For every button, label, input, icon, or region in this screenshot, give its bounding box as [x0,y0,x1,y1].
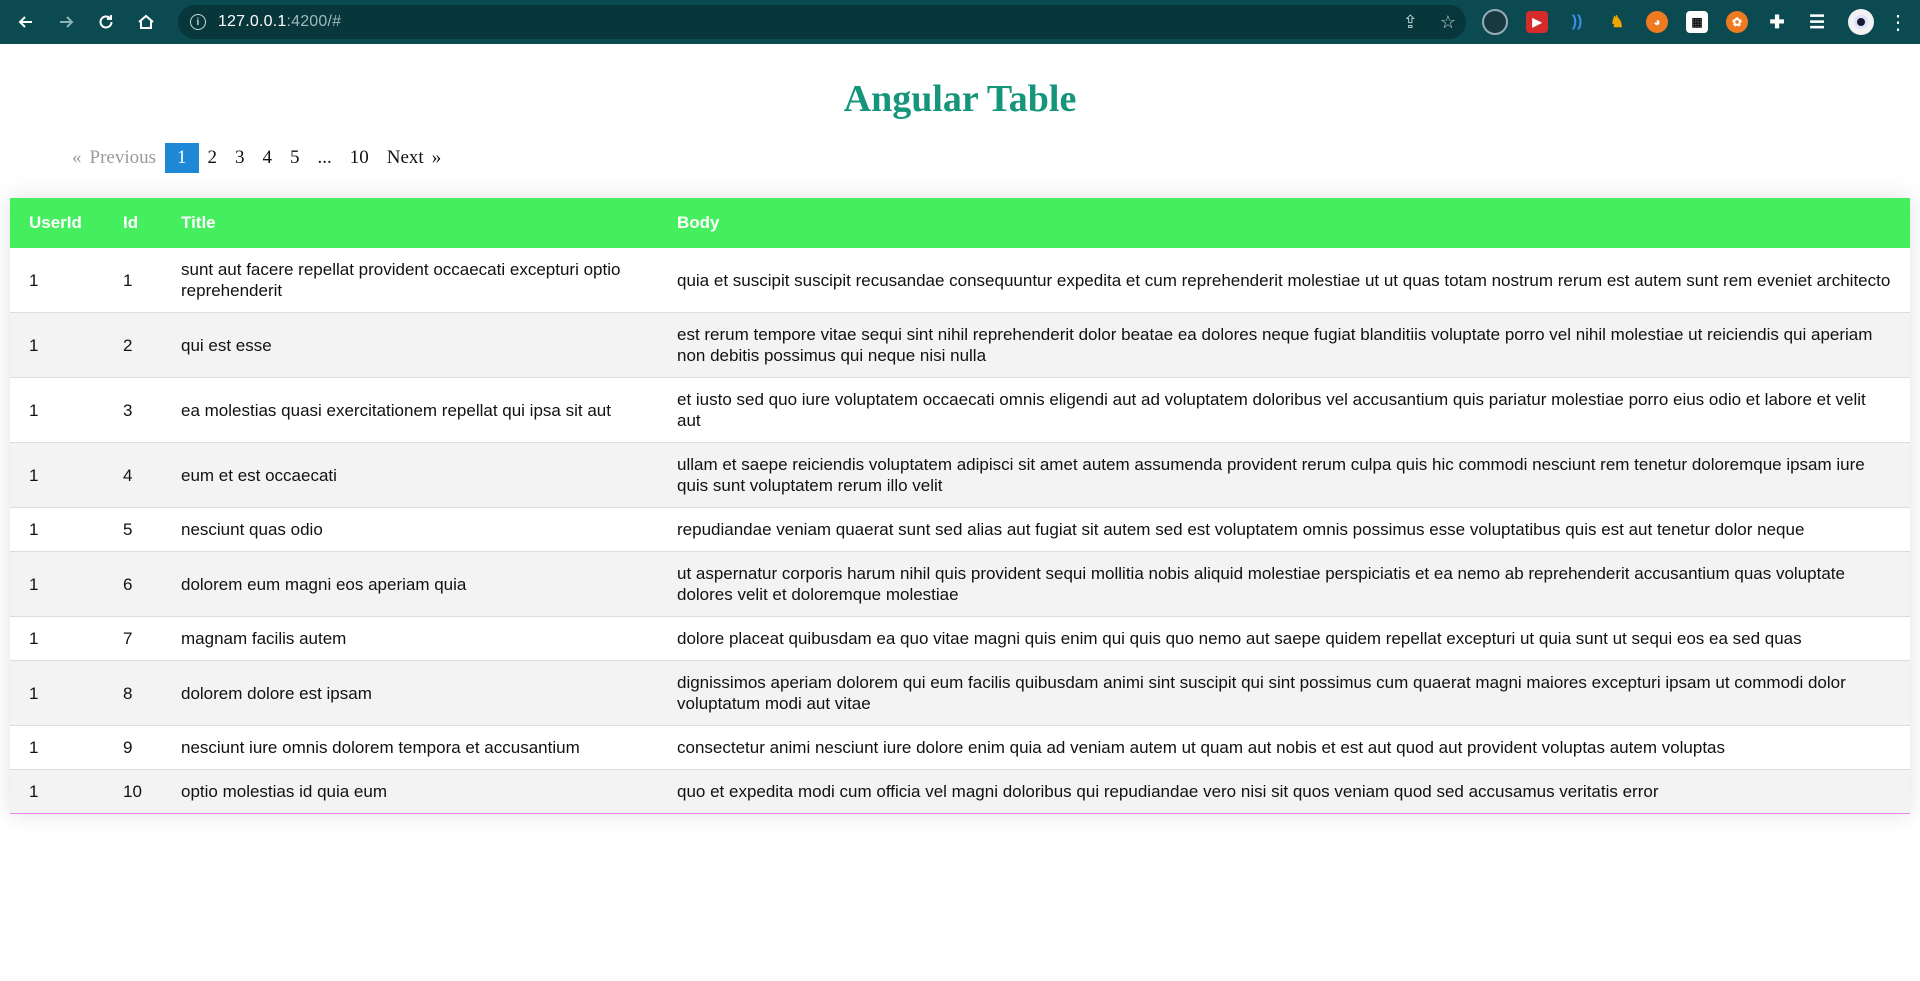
cell-title: dolorem dolore est ipsam [162,660,658,726]
cell-title: ea molestias quasi exercitationem repell… [162,377,658,443]
cell-body: quia et suscipit suscipit recusandae con… [658,248,1910,313]
pagination-page-3[interactable]: 3 [226,143,254,173]
cell-body: ullam et saepe reiciendis voluptatem adi… [658,442,1910,508]
address-bar[interactable]: i 127.0.0.1:4200/# ⇪ ☆ [177,5,1467,39]
data-table: UserId Id Title Body 1 1 sunt aut facere… [10,198,1910,814]
cell-title: optio molestias id quia eum [162,769,658,814]
cell-title: nesciunt quas odio [162,507,658,552]
table-row: 1 7 magnam facilis autem dolore placeat … [10,616,1910,661]
table-header-row: UserId Id Title Body [10,198,1910,248]
cell-body: repudiandae veniam quaerat sunt sed alia… [658,507,1910,552]
site-info-icon[interactable]: i [189,14,206,30]
cell-body: consectetur animi nesciunt iure dolore e… [658,725,1910,770]
column-header-body[interactable]: Body [658,198,1910,248]
cell-title: eum et est occaecati [162,442,658,508]
extension-qr-icon[interactable]: ▦ [1686,11,1709,33]
cell-id: 10 [104,769,162,814]
extension-video-icon[interactable]: ▶ [1526,11,1549,33]
table-row: 1 9 nesciunt iure omnis dolorem tempora … [10,725,1910,770]
reload-icon[interactable] [92,8,120,36]
page-title: Angular Table [843,78,1077,120]
table-row: 1 10 optio molestias id quia eum quo et … [10,769,1910,814]
back-arrow-icon[interactable] [12,8,40,36]
cell-userid: 1 [10,507,104,552]
cell-id: 4 [104,442,162,508]
pagination-page-10[interactable]: 10 [341,143,378,173]
cell-id: 7 [104,616,162,661]
pagination-page-1[interactable]: 1 [165,143,199,173]
cell-userid: 1 [10,660,104,726]
pagination: «Previous 1 2 3 4 5 ... 10 Next» [62,142,1920,174]
menu-kebab-icon[interactable]: ⋮ [1888,10,1908,35]
pagination-page-2[interactable]: 2 [199,143,227,173]
reading-list-icon[interactable]: ☰ [1806,11,1828,33]
table-row: 1 3 ea molestias quasi exercitationem re… [10,377,1910,443]
column-header-userid[interactable]: UserId [10,198,104,248]
cell-id: 2 [104,312,162,378]
cell-id: 9 [104,725,162,770]
cell-id: 6 [104,551,162,617]
cell-userid: 1 [10,769,104,814]
cell-id: 3 [104,377,162,443]
column-header-id[interactable]: Id [104,198,162,248]
extension-edge-icon[interactable] [1482,9,1509,35]
cell-body: dolore placeat quibusdam ea quo vitae ma… [658,616,1910,661]
next-arrow-icon: » [431,147,442,168]
cell-userid: 1 [10,377,104,443]
cell-body: est rerum tempore vitae sequi sint nihil… [658,312,1910,378]
column-header-title[interactable]: Title [162,198,658,248]
cell-title: dolorem eum magni eos aperiam quia [162,551,658,617]
cell-body: dignissimos aperiam dolorem qui eum faci… [658,660,1910,726]
table-row: 1 6 dolorem eum magni eos aperiam quia u… [10,551,1910,617]
extension-duck-icon[interactable]: ◕ [1646,11,1669,33]
cell-body: et iusto sed quo iure voluptatem occaeca… [658,377,1910,443]
cell-userid: 1 [10,616,104,661]
extension-person-icon[interactable]: ♞ [1606,11,1628,33]
cell-userid: 1 [10,725,104,770]
table-row: 1 1 sunt aut facere repellat provident o… [10,248,1910,313]
browser-toolbar: i 127.0.0.1:4200/# ⇪ ☆ ▶ )) ♞ ◕ ▦ ✿ ✚ ☰ … [0,0,1920,44]
home-icon[interactable] [132,8,160,36]
cell-userid: 1 [10,551,104,617]
pagination-previous[interactable]: «Previous [62,143,165,173]
cell-body: quo et expedita modi cum officia vel mag… [658,769,1910,814]
table-row: 1 4 eum et est occaecati ullam et saepe … [10,442,1910,508]
share-icon[interactable]: ⇪ [1403,12,1418,33]
forward-arrow-icon[interactable] [52,8,80,36]
cell-title: nesciunt iure omnis dolorem tempora et a… [162,725,658,770]
table-row: 1 5 nesciunt quas odio repudiandae venia… [10,507,1910,552]
bookmark-star-icon[interactable]: ☆ [1440,12,1456,33]
cell-title: sunt aut facere repellat provident occae… [162,248,658,313]
table-row: 1 8 dolorem dolore est ipsam dignissimos… [10,660,1910,726]
cell-id: 1 [104,248,162,313]
extensions-puzzle-icon[interactable]: ✚ [1766,11,1788,33]
cell-title: qui est esse [162,312,658,378]
cell-userid: 1 [10,312,104,378]
pagination-page-4[interactable]: 4 [254,143,282,173]
cell-body: ut aspernatur corporis harum nihil quis … [658,551,1910,617]
pagination-next[interactable]: Next» [378,143,450,173]
url-text[interactable]: 127.0.0.1:4200/# [218,13,341,31]
cell-title: magnam facilis autem [162,616,658,661]
cell-userid: 1 [10,248,104,313]
table-row: 1 2 qui est esse est rerum tempore vitae… [10,312,1910,378]
previous-arrow-icon: « [72,147,82,168]
extension-wave-icon[interactable]: )) [1566,11,1588,33]
data-table-container: UserId Id Title Body 1 1 sunt aut facere… [10,198,1910,814]
pagination-page-5[interactable]: 5 [281,143,309,173]
cell-id: 5 [104,507,162,552]
cell-id: 8 [104,660,162,726]
cell-userid: 1 [10,442,104,508]
extension-circle-icon[interactable]: ✿ [1726,11,1749,33]
pagination-ellipsis: ... [317,147,332,168]
profile-avatar[interactable] [1848,9,1875,35]
